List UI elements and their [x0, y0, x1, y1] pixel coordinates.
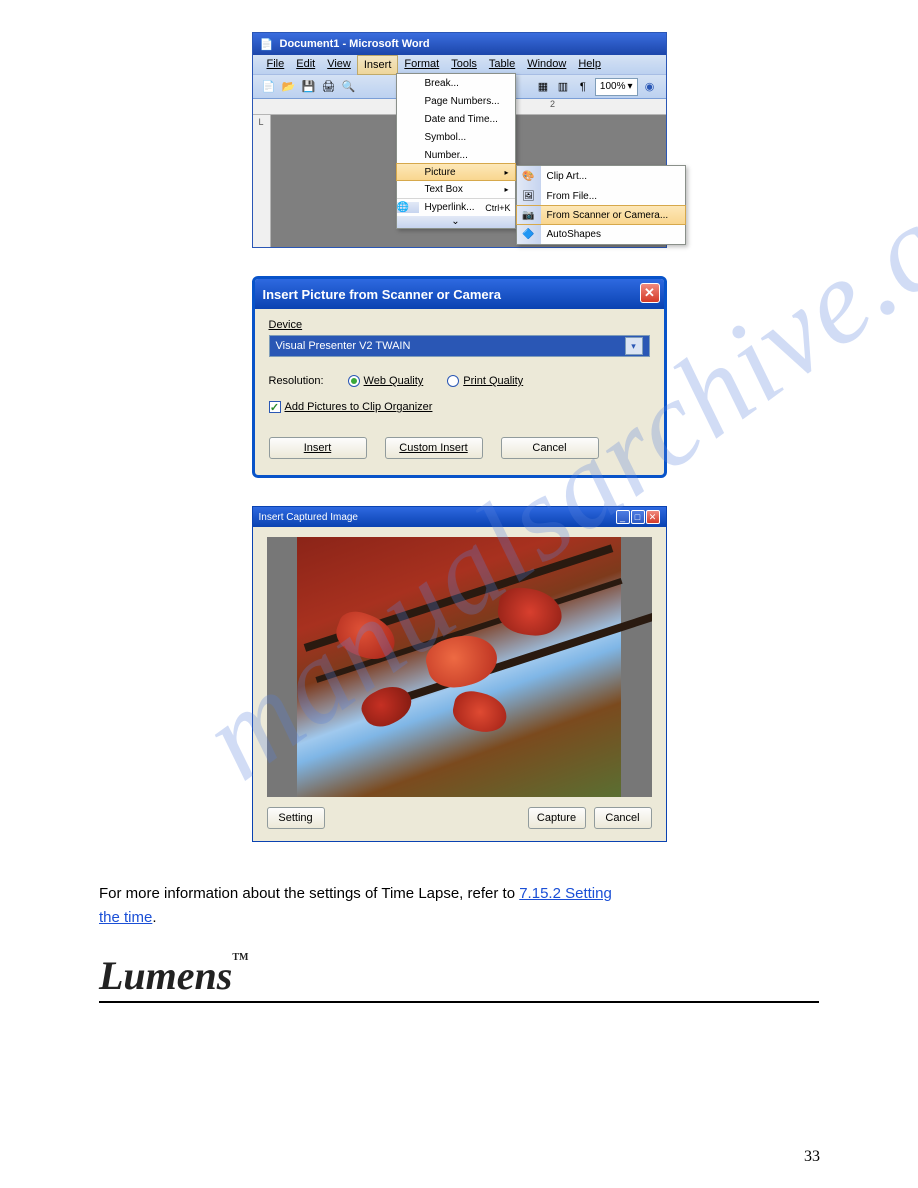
dialog2-title-text: Insert Captured Image: [259, 512, 359, 523]
cancel-button[interactable]: Cancel: [501, 437, 599, 459]
word-app-icon: 📄: [259, 36, 275, 52]
cancel-button[interactable]: Cancel: [594, 807, 652, 829]
para-icon[interactable]: ¶: [575, 79, 591, 95]
dialog1-titlebar: Insert Picture from Scanner or Camera ✕: [255, 279, 664, 309]
file-icon: 🖼: [517, 186, 541, 206]
chevron-right-icon: ▸: [504, 185, 514, 194]
table-icon[interactable]: ▦: [535, 79, 551, 95]
link-time-lapse-settings[interactable]: 7.15.2 Setting: [519, 885, 612, 902]
menu-view[interactable]: View: [327, 58, 351, 71]
submenu-fromfile[interactable]: 🖼From File...: [517, 186, 685, 206]
setting-button[interactable]: Setting: [267, 807, 325, 829]
preview-icon[interactable]: 🔍: [341, 79, 357, 95]
dropdown-page-numbers[interactable]: Page Numbers...: [397, 92, 515, 110]
capture-preview-area: [267, 537, 652, 797]
capture-button[interactable]: Capture: [528, 807, 586, 829]
insert-picture-dialog: Insert Picture from Scanner or Camera ✕ …: [252, 276, 667, 478]
columns-icon[interactable]: ▥: [555, 79, 571, 95]
dropdown-break[interactable]: Break...: [397, 74, 515, 92]
print-icon[interactable]: 🖨: [321, 79, 337, 95]
radio-web-quality[interactable]: Web Quality: [348, 375, 424, 387]
menu-file[interactable]: File: [267, 58, 285, 71]
body-paragraph: For more information about the settings …: [99, 882, 819, 930]
radio-icon: [348, 375, 360, 387]
insert-captured-image-dialog: Insert Captured Image _ □ ✕: [252, 506, 667, 842]
custom-insert-button[interactable]: Custom Insert: [385, 437, 483, 459]
dropdown-picture[interactable]: Picture▸: [396, 163, 516, 181]
capture-preview-image: [297, 537, 620, 797]
zoom-value: 100%: [600, 81, 626, 92]
word-window: 📄 Document1 - Microsoft Word File Edit V…: [252, 32, 667, 248]
dialog1-title-text: Insert Picture from Scanner or Camera: [263, 287, 501, 302]
submenu-autoshapes[interactable]: 🔷AutoShapes: [517, 224, 685, 244]
close-button[interactable]: ✕: [640, 283, 660, 303]
device-label: Device: [269, 319, 650, 331]
menu-help[interactable]: Help: [578, 58, 601, 71]
dropdown-hyperlink[interactable]: 🌐Hyperlink...Ctrl+K: [397, 198, 515, 216]
body-text: For more information about the settings …: [99, 885, 519, 902]
submenu-clipart[interactable]: 🎨Clip Art...: [517, 166, 685, 186]
clipart-icon: 🎨: [517, 166, 541, 186]
menu-tools[interactable]: Tools: [451, 58, 477, 71]
link-the-time[interactable]: the time: [99, 909, 152, 926]
checkbox-clip-organizer[interactable]: ✓Add Pictures to Clip Organizer: [269, 401, 433, 413]
picture-submenu: 🎨Clip Art... 🖼From File... 📷From Scanner…: [516, 165, 686, 245]
device-combobox[interactable]: Visual Presenter V2 TWAIN ▾: [269, 335, 650, 357]
scanner-icon: 📷: [517, 206, 541, 224]
dropdown-number[interactable]: Number...: [397, 146, 515, 164]
chevron-down-icon: ▾: [625, 337, 643, 355]
footer: LumensTM: [99, 952, 819, 1011]
lumens-logo: LumensTM: [99, 952, 819, 999]
dropdown-symbol[interactable]: Symbol...: [397, 128, 515, 146]
word-menubar: File Edit View Insert Format Tools Table…: [253, 55, 666, 75]
insert-button[interactable]: Insert: [269, 437, 367, 459]
chevron-right-icon: ▸: [504, 168, 514, 177]
radio-print-quality[interactable]: Print Quality: [447, 375, 523, 387]
word-title-text: Document1 - Microsoft Word: [280, 38, 430, 50]
resolution-label: Resolution:: [269, 375, 324, 387]
dropdown-textbox[interactable]: Text Box▸: [397, 180, 515, 198]
menu-table[interactable]: Table: [489, 58, 515, 71]
menu-window[interactable]: Window: [527, 58, 566, 71]
help-icon[interactable]: ◉: [642, 79, 658, 95]
menu-edit[interactable]: Edit: [296, 58, 315, 71]
page-number: 33: [804, 1148, 820, 1166]
radio-icon: [447, 375, 459, 387]
close-button[interactable]: ✕: [646, 510, 660, 524]
save-icon[interactable]: 💾: [301, 79, 317, 95]
dropdown-date-time[interactable]: Date and Time...: [397, 110, 515, 128]
insert-dropdown: Break... Page Numbers... Date and Time..…: [396, 73, 516, 229]
open-icon[interactable]: 📂: [281, 79, 297, 95]
dropdown-expand-icon[interactable]: ⌄: [397, 216, 515, 228]
word-titlebar: 📄 Document1 - Microsoft Word: [253, 33, 666, 55]
submenu-scanner-camera[interactable]: 📷From Scanner or Camera...: [516, 205, 686, 225]
zoom-combo[interactable]: 100% ▾: [595, 78, 638, 96]
menu-format[interactable]: Format: [404, 58, 439, 71]
body-text-period: .: [152, 909, 156, 926]
chevron-down-icon: ▾: [627, 81, 632, 92]
shapes-icon: 🔷: [517, 224, 541, 244]
menu-insert[interactable]: Insert: [357, 55, 399, 75]
maximize-button[interactable]: □: [631, 510, 645, 524]
dialog2-titlebar: Insert Captured Image _ □ ✕: [253, 507, 666, 527]
check-icon: ✓: [269, 401, 281, 413]
device-value: Visual Presenter V2 TWAIN: [276, 340, 411, 352]
new-doc-icon[interactable]: 📄: [261, 79, 277, 95]
word-ruler-v: L: [253, 115, 271, 247]
minimize-button[interactable]: _: [616, 510, 630, 524]
